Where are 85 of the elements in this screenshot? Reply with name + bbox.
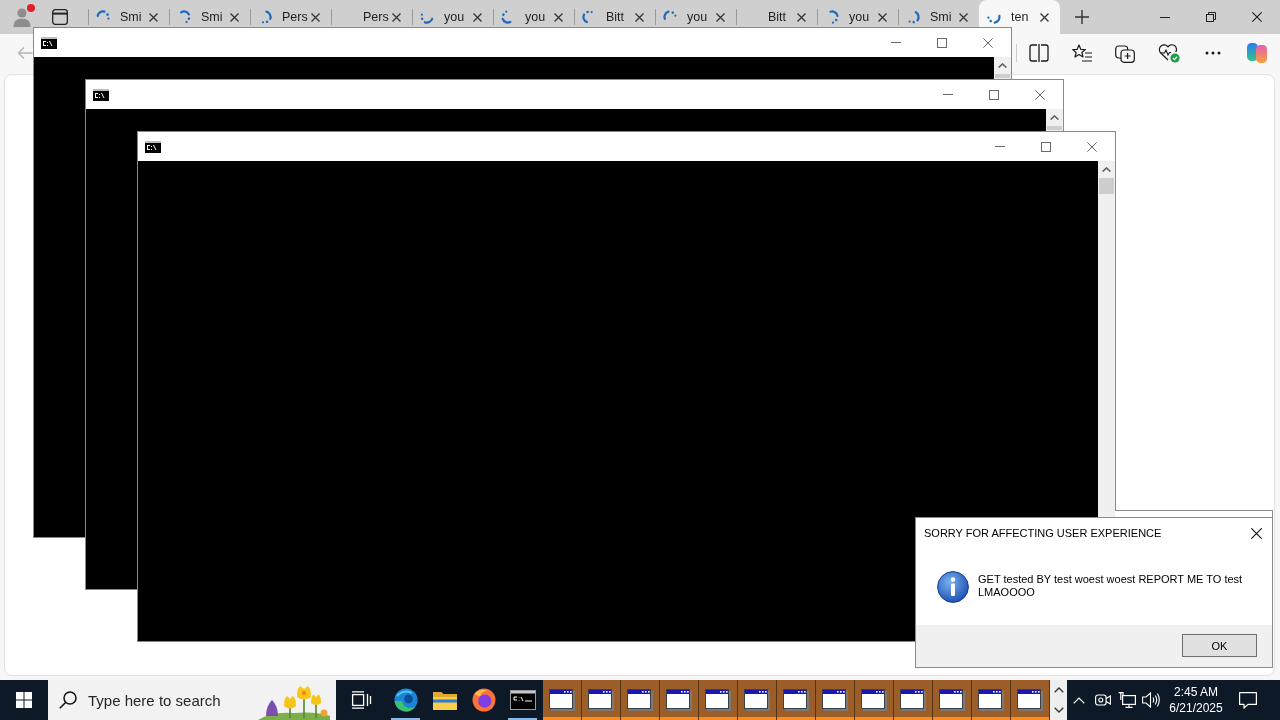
tab-close-icon[interactable]	[797, 12, 806, 22]
chevron-down-icon[interactable]	[1053, 707, 1064, 713]
console-icon	[145, 140, 161, 153]
minimize-icon[interactable]	[1160, 16, 1170, 18]
close-icon[interactable]	[1251, 527, 1262, 539]
window-icon	[1017, 689, 1043, 711]
terminal-icon	[509, 690, 536, 710]
taskbar-window-button[interactable]	[738, 680, 777, 720]
browser-icon	[393, 688, 418, 712]
browser-tab[interactable]: ten	[979, 0, 1060, 34]
maximize-icon[interactable]	[1041, 141, 1051, 152]
window-icon	[939, 689, 965, 711]
tab-close-icon[interactable]	[1040, 12, 1049, 22]
task-view-icon	[350, 691, 372, 709]
flowers-icon	[258, 684, 330, 720]
taskbar-window-button[interactable]	[855, 680, 894, 720]
person-icon	[13, 8, 31, 27]
taskbar-window-button[interactable]	[660, 680, 699, 720]
more-icon[interactable]	[1205, 51, 1221, 55]
tab-close-icon[interactable]	[311, 12, 320, 22]
search-icon	[59, 691, 77, 709]
scroll-up-icon[interactable]	[998, 63, 1007, 68]
scrollbar-thumb[interactable]	[1047, 126, 1062, 130]
scroll-up-icon[interactable]	[1102, 167, 1111, 172]
tab-actions-icon[interactable]	[52, 9, 68, 25]
window-icon	[705, 689, 731, 711]
close-icon[interactable]	[1252, 12, 1262, 22]
search-field[interactable]: Type here to search	[88, 689, 258, 711]
info-icon	[937, 571, 969, 603]
tab-close-icon[interactable]	[959, 12, 968, 22]
search-box[interactable]: Type here to search	[48, 680, 336, 720]
notifications-icon[interactable]	[1239, 691, 1257, 709]
taskbar-window-button[interactable]	[621, 680, 660, 720]
window-icon	[588, 689, 614, 711]
split-screen-icon[interactable]	[1029, 44, 1049, 62]
favorites-icon[interactable]	[1072, 44, 1092, 62]
taskbar-window-button[interactable]	[933, 680, 972, 720]
window-icon	[627, 689, 653, 711]
taskbar-window-button[interactable]	[777, 680, 816, 720]
taskbar-window-button[interactable]	[816, 680, 855, 720]
fox-icon	[471, 688, 496, 712]
heart-check-icon[interactable]	[1158, 43, 1180, 63]
window-icon	[744, 689, 770, 711]
taskbar-window-button[interactable]	[972, 680, 1011, 720]
window-icon	[666, 689, 692, 711]
maximize-icon[interactable]	[989, 89, 999, 100]
window-icon	[822, 689, 848, 711]
maximize-icon[interactable]	[937, 37, 947, 48]
taskbar-window-button[interactable]	[1011, 680, 1050, 720]
plus-icon[interactable]	[1075, 10, 1089, 24]
dialog-title: SORRY FOR AFFECTING USER EXPERIENCE	[924, 527, 1163, 539]
gradient-logo-icon[interactable]	[1246, 42, 1268, 64]
window-icon	[900, 689, 926, 711]
window-icon	[978, 689, 1004, 711]
chevron-up-icon[interactable]	[1053, 687, 1064, 693]
taskbar-window-button[interactable]	[543, 680, 582, 720]
dialog-button[interactable]: OK	[1182, 634, 1257, 657]
scrollbar-thumb[interactable]	[1099, 178, 1114, 194]
collections-icon[interactable]	[1115, 43, 1135, 63]
console-icon	[41, 36, 57, 49]
window-icon	[783, 689, 809, 711]
restore-icon[interactable]	[1206, 12, 1216, 22]
dialog-message: GET tested BY test woest woest REPORT ME TO test LMAOOOO	[978, 573, 1244, 599]
scrollbar-thumb[interactable]	[995, 74, 1010, 78]
tab-close-icon[interactable]	[554, 12, 563, 22]
speaker-icon[interactable]	[1142, 692, 1160, 708]
start-icon[interactable]	[16, 692, 32, 708]
console-icon	[93, 88, 109, 101]
folder-icon	[432, 690, 457, 710]
tab-close-icon[interactable]	[878, 12, 887, 22]
scroll-up-icon[interactable]	[1050, 115, 1059, 120]
tab-close-icon[interactable]	[635, 12, 644, 22]
tab-close-icon[interactable]	[149, 12, 158, 22]
tab-close-icon[interactable]	[716, 12, 725, 22]
clock[interactable]: 2:45 AM 6/21/2025	[1163, 680, 1229, 720]
taskbar-window-button[interactable]	[894, 680, 933, 720]
taskbar-window-button[interactable]	[699, 680, 738, 720]
tab-close-icon[interactable]	[392, 12, 401, 22]
network-icon[interactable]	[1118, 692, 1136, 708]
camera-icon[interactable]	[1095, 692, 1111, 708]
window-icon	[549, 689, 575, 711]
taskbar-window-button[interactable]	[582, 680, 621, 720]
tab-close-icon[interactable]	[230, 12, 239, 22]
window-icon	[861, 689, 887, 711]
tab-close-icon[interactable]	[473, 12, 482, 22]
